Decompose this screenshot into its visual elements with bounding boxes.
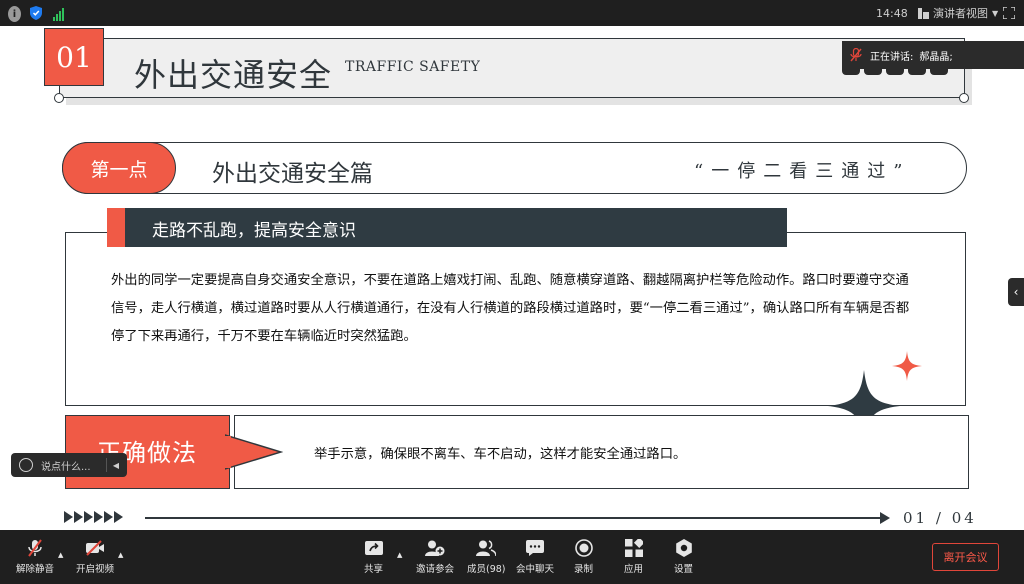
members-label: 成员(98) [467, 564, 506, 575]
chat-placeholder[interactable]: 说点什么... [41, 458, 91, 473]
slide-title-english: TRAFFIC SAFETY [345, 59, 481, 75]
apps-icon [624, 539, 643, 557]
speaking-indicator-decoration [842, 69, 952, 75]
gear-icon [675, 539, 693, 557]
record-icon [574, 539, 593, 557]
meeting-toolbar: 解除静音 ▲ 开启视频 ▲ 共享 ▲ 邀请参会 成员(98) 会中聊天 录制 应… [0, 530, 1024, 584]
speaking-label: 正在讲话: [870, 51, 914, 63]
point-label: 第一点 [62, 142, 176, 194]
sparkle-decoration-icon [892, 351, 922, 381]
fullscreen-icon[interactable] [1003, 5, 1015, 21]
start-video-label: 开启视频 [76, 564, 115, 575]
progress-arrows [64, 511, 123, 523]
page-indicator: 01 / 04 [903, 509, 977, 527]
chat-divider [105, 458, 107, 472]
record-label: 录制 [574, 564, 594, 575]
section-title: 外出交通安全篇 [212, 161, 373, 187]
chat-label: 会中聊天 [516, 564, 555, 575]
video-options-caret[interactable]: ▲ [118, 551, 123, 559]
leave-meeting-button[interactable]: 离开会议 [932, 543, 999, 571]
members-icon [476, 539, 497, 557]
shield-icon[interactable] [30, 5, 42, 21]
mic-off-icon [27, 539, 43, 557]
speaking-name: 郝晶晶; [919, 51, 953, 63]
mic-off-icon [842, 48, 870, 62]
slide-number: 01 [44, 28, 104, 86]
page-separator: / [935, 509, 944, 527]
invite-button[interactable]: 邀请参会 [416, 539, 454, 575]
section-quote: “一停二看三通过” [694, 161, 911, 182]
video-off-icon [85, 539, 105, 557]
body-paragraph: 外出的同学一定要提高自身交通安全意识，不要在道路上嬉戏打闹、乱跑、随意横穿道路、… [111, 273, 910, 344]
chat-icon [526, 539, 544, 557]
collapse-panel-handle[interactable]: ‹ [1008, 278, 1024, 306]
settings-label: 设置 [674, 564, 694, 575]
title-dot-right [959, 93, 969, 103]
share-button[interactable]: 共享 [364, 539, 383, 575]
subheading-accent [107, 208, 125, 247]
shared-slide: 01 外出交通安全 TRAFFIC SAFETY 正在讲话: 郝晶晶; 第一点 … [0, 26, 1024, 530]
speaking-indicator: 正在讲话: 郝晶晶; [842, 41, 1024, 69]
share-label: 共享 [364, 564, 384, 575]
presenter-view-icon [918, 7, 929, 19]
add-user-icon [425, 539, 445, 557]
chevron-left-icon[interactable]: ◀ [113, 461, 119, 470]
unmute-label: 解除静音 [16, 564, 55, 575]
audio-options-caret[interactable]: ▲ [58, 551, 63, 559]
apps-label: 应用 [624, 564, 644, 575]
chat-button[interactable]: 会中聊天 [516, 539, 554, 575]
page-current: 01 [903, 509, 929, 527]
presenter-view-button[interactable]: 演讲者视图 ▼ [918, 5, 998, 21]
emoji-icon[interactable] [19, 458, 33, 472]
settings-button[interactable]: 设置 [674, 539, 693, 575]
unmute-button[interactable]: 解除静音 [16, 539, 54, 575]
progress-arrow-head [880, 512, 890, 524]
signal-icon [53, 5, 64, 21]
subheading-text: 走路不乱跑，提高安全意识 [152, 221, 356, 241]
chevron-left-icon: ‹ [1013, 285, 1019, 299]
invite-label: 邀请参会 [416, 564, 455, 575]
progress-line [145, 517, 885, 519]
status-bar: i 14:48 演讲者视图 ▼ [0, 0, 1024, 26]
page-total: 04 [951, 509, 977, 527]
info-icon[interactable]: i [8, 6, 21, 22]
apps-button[interactable]: 应用 [624, 539, 643, 575]
clock: 14:48 [876, 6, 908, 20]
presenter-view-label: 演讲者视图 [933, 7, 988, 20]
slide-title: 外出交通安全 [134, 56, 333, 94]
correct-method-text: 举手示意，确保眼不离车、车不启动，这样才能安全通过路口。 [314, 447, 687, 462]
record-button[interactable]: 录制 [574, 539, 593, 575]
chat-quick-input[interactable]: 说点什么... ◀ [11, 453, 127, 477]
title-dot-left [54, 93, 64, 103]
correct-method-arrow [225, 434, 283, 470]
chevron-down-icon: ▼ [992, 8, 999, 18]
start-video-button[interactable]: 开启视频 [76, 539, 114, 575]
share-icon [364, 539, 383, 557]
share-options-caret[interactable]: ▲ [397, 551, 402, 559]
members-button[interactable]: 成员(98) [467, 539, 506, 575]
